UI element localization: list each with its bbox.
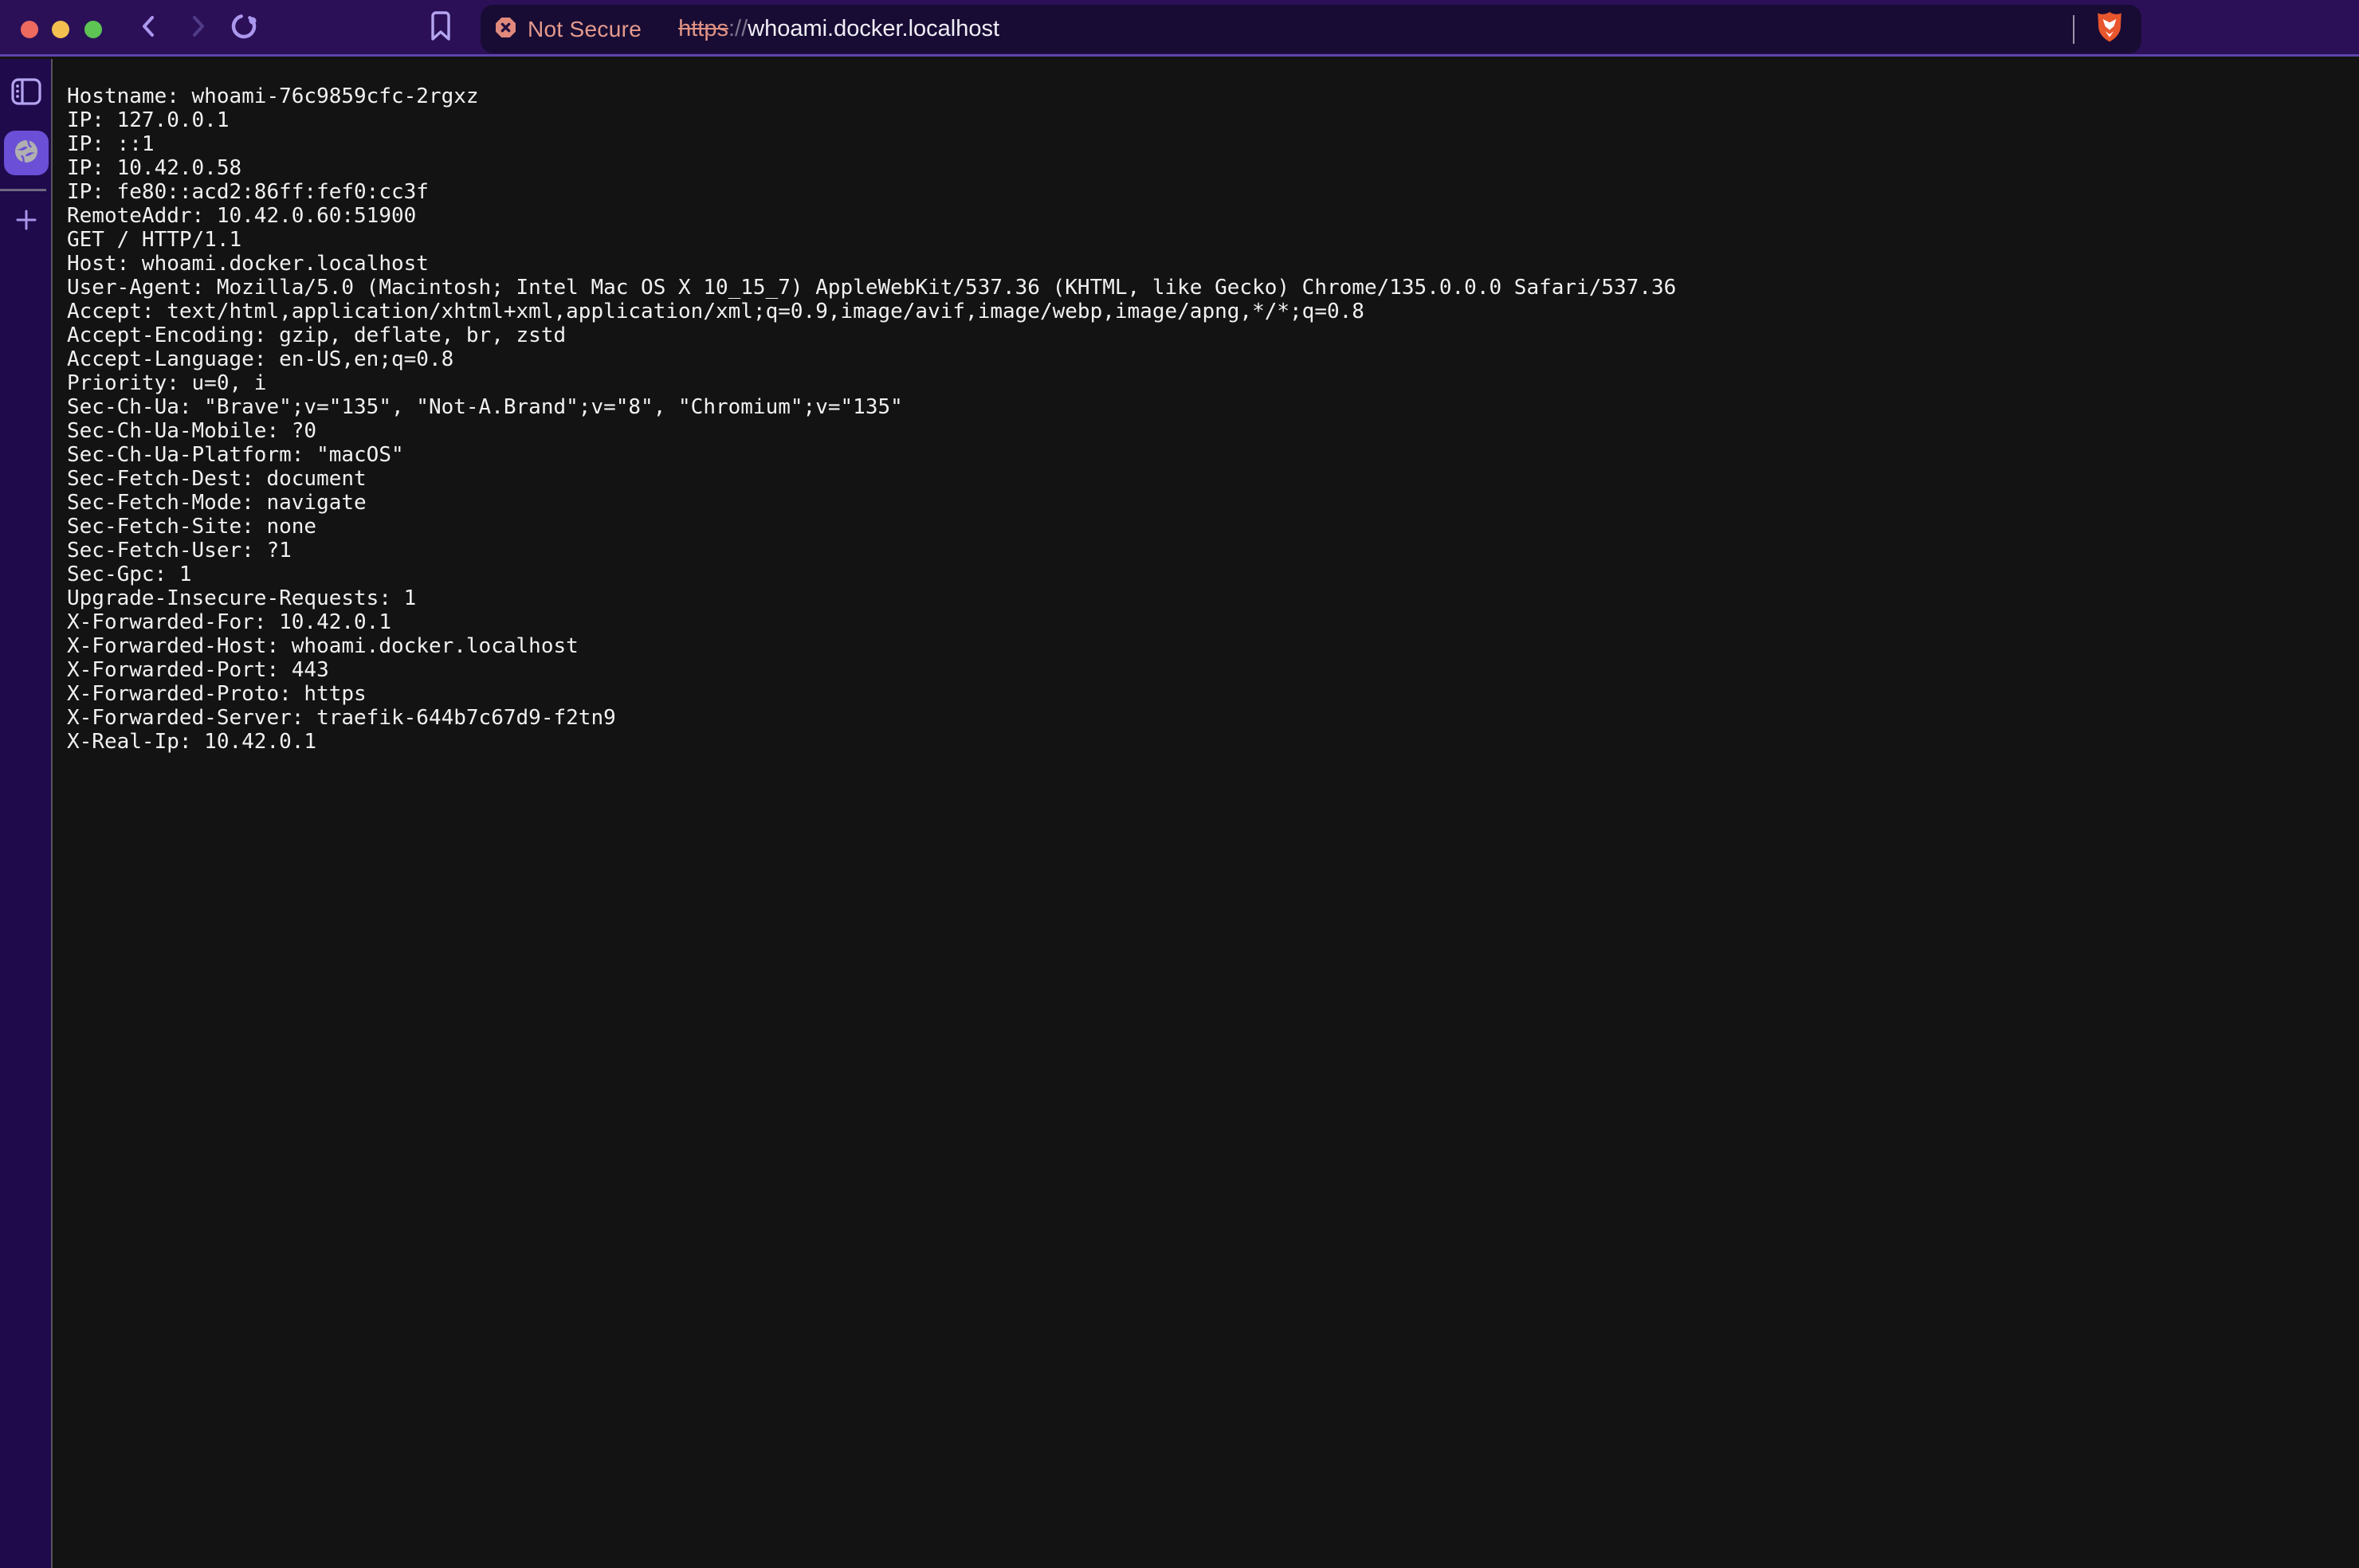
not-secure-octagon-icon [495,17,516,42]
response-line: User-Agent: Mozilla/5.0 (Macintosh; Inte… [67,276,2359,300]
globe-icon [12,137,41,170]
url-host: whoami.docker.localhost [748,16,999,41]
sidebar-divider [0,189,46,191]
vertical-tabs-sidebar [0,59,53,1568]
response-line: Sec-Fetch-Dest: document [67,467,2359,491]
tab-whoami-active[interactable] [4,131,49,175]
response-line: Sec-Ch-Ua-Mobile: ?0 [67,419,2359,443]
url-scheme: https [678,16,728,41]
response-line: Sec-Fetch-Site: none [67,515,2359,539]
response-line: Sec-Fetch-Mode: navigate [67,491,2359,515]
response-line: IP: ::1 [67,132,2359,156]
sidebar-panel-icon [10,77,42,110]
response-line: Sec-Ch-Ua-Platform: "macOS" [67,443,2359,467]
reload-icon [228,10,260,46]
response-line: X-Forwarded-Proto: https [67,682,2359,706]
response-line: X-Forwarded-Server: traefik-644b7c67d9-f… [67,706,2359,730]
response-line: Priority: u=0, i [67,371,2359,395]
response-line: Accept-Encoding: gzip, deflate, br, zstd [67,323,2359,347]
response-line: Host: whoami.docker.localhost [67,252,2359,276]
brave-shields-icon[interactable] [2095,11,2124,47]
response-line: X-Forwarded-For: 10.42.0.1 [67,610,2359,634]
back-button[interactable] [131,10,167,45]
response-line: Upgrade-Insecure-Requests: 1 [67,586,2359,610]
response-line: IP: fe80::acd2:86ff:fef0:cc3f [67,180,2359,204]
whoami-response-body: Hostname: whoami-76c9859cfc-2rgxzIP: 127… [67,84,2359,754]
forward-arrow-icon [184,13,211,44]
zoom-window-button[interactable] [84,21,102,38]
response-line: IP: 10.42.0.58 [67,156,2359,180]
response-line: GET / HTTP/1.1 [67,228,2359,252]
response-line: Sec-Ch-Ua: "Brave";v="135", "Not-A.Brand… [67,395,2359,419]
response-line: IP: 127.0.0.1 [67,108,2359,132]
response-line: X-Forwarded-Port: 443 [67,658,2359,682]
response-line: Accept-Language: en-US,en;q=0.8 [67,347,2359,371]
response-line: Sec-Gpc: 1 [67,563,2359,586]
reload-button[interactable] [226,10,261,45]
close-window-button[interactable] [21,21,38,38]
new-tab-button[interactable] [0,206,53,237]
sidebar-toggle-button[interactable] [0,75,53,112]
response-line: X-Forwarded-Host: whoami.docker.localhos… [67,634,2359,658]
back-arrow-icon [135,13,163,44]
response-line: Accept: text/html,application/xhtml+xml,… [67,300,2359,323]
response-line: X-Real-Ip: 10.42.0.1 [67,730,2359,754]
address-bar[interactable]: Not Secure https://whoami.docker.localho… [481,5,2141,53]
browser-toolbar: Not Secure https://whoami.docker.localho… [0,0,2359,57]
response-line: Hostname: whoami-76c9859cfc-2rgxz [67,84,2359,108]
url-separator: :// [728,16,748,41]
url-text: https://whoami.docker.localhost [678,16,999,42]
forward-button[interactable] [180,10,215,45]
security-chip[interactable]: Not Secure [495,17,642,42]
bookmark-icon [429,10,453,47]
response-line: Sec-Fetch-User: ?1 [67,539,2359,563]
response-line: RemoteAddr: 10.42.0.60:51900 [67,204,2359,228]
not-secure-label: Not Secure [528,17,642,42]
bookmark-button[interactable] [423,10,458,45]
plus-icon [14,207,39,237]
page-content: Hostname: whoami-76c9859cfc-2rgxzIP: 127… [54,59,2359,1568]
minimize-window-button[interactable] [52,21,69,38]
urlbar-divider [2073,15,2074,44]
